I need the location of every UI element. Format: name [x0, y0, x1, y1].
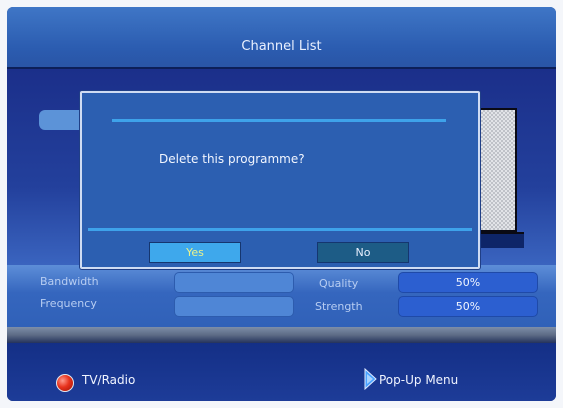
- channel-list-tab: [39, 110, 85, 130]
- blue-arrow-button-icon: [364, 368, 377, 390]
- title-bar: Channel List: [7, 7, 556, 69]
- footer-bar: [7, 343, 556, 401]
- strength-value: 50%: [398, 296, 538, 317]
- delete-confirm-dialog: Delete this programme? Yes No: [80, 91, 480, 269]
- dialog-bottom-divider: [88, 228, 472, 231]
- frequency-field: [174, 296, 294, 317]
- no-button[interactable]: No: [317, 242, 409, 263]
- dialog-top-divider: [112, 119, 446, 122]
- page-title: Channel List: [241, 39, 322, 54]
- dialog-message: Delete this programme?: [159, 152, 305, 166]
- bandwidth-label: Bandwidth: [40, 275, 99, 288]
- popup-menu-label: Pop-Up Menu: [379, 373, 459, 387]
- bandwidth-field: [174, 272, 294, 293]
- tv-radio-label: TV/Radio: [82, 373, 136, 387]
- tv-screen: Channel List Bandwidth Quality 50% Frequ…: [7, 7, 556, 401]
- red-circle-button-icon: [56, 374, 74, 392]
- separator-band: [7, 327, 556, 343]
- yes-button[interactable]: Yes: [149, 242, 241, 263]
- frequency-label: Frequency: [40, 297, 97, 310]
- quality-label: Quality: [319, 277, 359, 290]
- quality-value: 50%: [398, 272, 538, 293]
- strength-label: Strength: [315, 300, 363, 313]
